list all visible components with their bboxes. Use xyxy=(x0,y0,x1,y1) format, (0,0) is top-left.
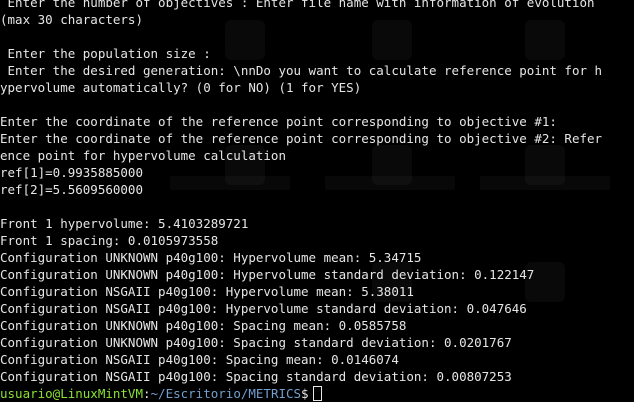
terminal-output-line: Enter the coordinate of the reference po… xyxy=(0,114,557,129)
terminal-output-line: Enter the desired generation: \nnDo you … xyxy=(0,63,603,78)
terminal-output-line: Configuration NSGAII p40g100: Spacing me… xyxy=(0,352,399,367)
shell-prompt-line[interactable]: usuario@LinuxMintVM:~/Escritorio/METRICS… xyxy=(0,385,634,402)
terminal-output-line: Configuration NSGAII p40g100: Hypervolum… xyxy=(0,284,414,299)
terminal-output-line: Configuration NSGAII p40g100: Hypervolum… xyxy=(0,301,527,316)
terminal-window[interactable]: Enter the number of objectives : Enter f… xyxy=(0,0,634,402)
terminal-output-line: Front 1 hypervolume: 5.4103289721 xyxy=(0,216,249,231)
terminal-output-line: Enter the population size : xyxy=(0,46,211,61)
prompt-path: ~/Escritorio/METRICS xyxy=(150,386,302,401)
terminal-output-line: Configuration NSGAII p40g100: Spacing st… xyxy=(0,369,512,384)
terminal-output-line: ref[1]=0.9935885000 xyxy=(0,165,143,180)
terminal-output-line: Front 1 spacing: 0.0105973558 xyxy=(0,233,219,248)
terminal-output-line: Configuration UNKNOWN p40g100: Spacing m… xyxy=(0,318,407,333)
text-cursor[interactable] xyxy=(312,386,322,401)
prompt-separator: : xyxy=(143,386,151,401)
terminal-output-line: Enter the coordinate of the reference po… xyxy=(0,131,603,146)
terminal-output-line: (max 30 characters) xyxy=(0,12,143,27)
terminal-output-line: ence point for hypervolume calculation xyxy=(0,148,286,163)
terminal-output-line: Configuration UNKNOWN p40g100: Hypervolu… xyxy=(0,250,422,265)
terminal-output-line: ref[2]=5.5609560000 xyxy=(0,182,143,197)
terminal-output-line: Configuration UNKNOWN p40g100: Spacing s… xyxy=(0,335,512,350)
prompt-symbol: $ xyxy=(301,386,309,401)
prompt-user-host: usuario@LinuxMintVM xyxy=(0,386,143,401)
terminal-output-line: Configuration UNKNOWN p40g100: Hypervolu… xyxy=(0,267,535,282)
terminal-output-line: Enter the number of objectives : Enter f… xyxy=(0,0,595,10)
terminal-output-line: ypervolume automatically? (0 for NO) (1 … xyxy=(0,80,362,95)
terminal-output: Enter the number of objectives : Enter f… xyxy=(0,0,634,402)
